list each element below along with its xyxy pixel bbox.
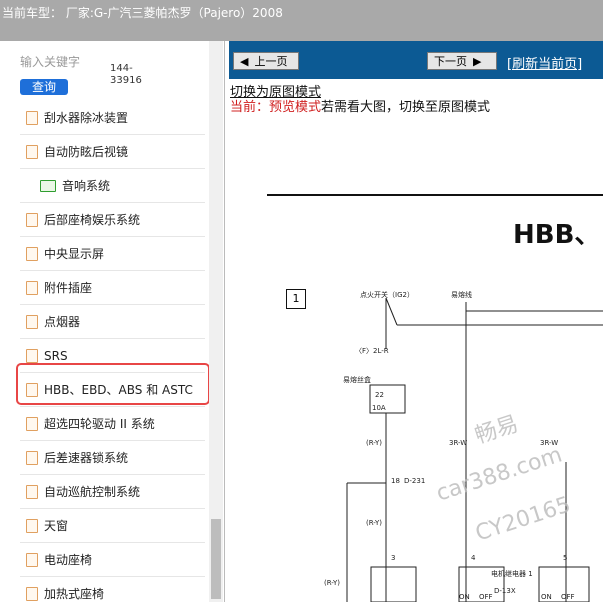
next-label: 下一页 (434, 55, 467, 68)
sidebar-item[interactable]: 超选四轮驱动 II 系统 (20, 407, 205, 441)
diagram-label: 点火开关（IG2） (360, 291, 414, 299)
diagram-label: D-13X (494, 587, 516, 595)
sidebar-item-label: SRS (44, 348, 68, 363)
document-icon (26, 212, 38, 227)
current-mode-value: 预览模式 (269, 100, 322, 115)
diagram-label: OFF (561, 593, 575, 601)
document-icon (26, 348, 38, 363)
sidebar-item-label: 自动巡航控制系统 (44, 485, 141, 499)
current-hint: 若需看大图，切换至原图模式 (321, 100, 491, 115)
diagram-label: ON (541, 593, 552, 601)
sidebar-item-label: 自动防眩后视镜 (44, 145, 129, 159)
diagram-label: 22 (375, 391, 384, 399)
sidebar-item[interactable]: 加热式座椅 (20, 577, 205, 602)
diagram-label: (R-Y) (324, 579, 341, 587)
sidebar-item-label: 后部座椅娱乐系统 (44, 213, 141, 227)
current-prefix: 当前： (230, 100, 270, 115)
diagram-label: D-231 (404, 477, 426, 485)
diagram-label: 4 (471, 554, 476, 562)
document-icon (26, 314, 38, 329)
search-area: 输入关键字 查询 144-33916 (20, 53, 220, 95)
diagram-label: (R-Y) (366, 519, 383, 527)
sidebar-item[interactable]: 刮水器除冰装置 (20, 101, 205, 135)
document-icon (26, 450, 38, 465)
sidebar-item[interactable]: 后差速器锁系统 (20, 441, 205, 475)
current-mode: 当前：预览模式若需看大图，切换至原图模式 (230, 96, 490, 115)
sidebar-item[interactable]: 自动防眩后视镜 (20, 135, 205, 169)
document-icon (26, 586, 38, 601)
folder-icon (40, 179, 56, 192)
sidebar-item[interactable]: 天窗 (20, 509, 205, 543)
search-button[interactable]: 查询 (20, 79, 68, 95)
top-label: 当前车型： (2, 6, 63, 20)
diagram-label: 18 (391, 477, 400, 485)
sidebar-item-label: 刮水器除冰装置 (44, 111, 129, 125)
search-code: 144-33916 (110, 63, 142, 86)
diagram-label: ON (459, 593, 470, 601)
vehicle-name: 厂家:G-广汽三菱帕杰罗（Pajero）2008 (65, 6, 283, 20)
viewer-nav: ◀ 上一页 下一页 ▶ [刷新当前页] (229, 41, 603, 79)
sidebar-item-label: 点烟器 (44, 315, 81, 329)
prev-label: 上一页 (254, 55, 288, 68)
diagram-label: 电机继电器 1 (491, 570, 533, 578)
arrow-left-icon: ◀ (240, 54, 249, 68)
sidebar-scrollbar[interactable] (209, 41, 223, 602)
diagram-label: (R-Y) (366, 439, 383, 447)
sidebar-item[interactable]: 自动巡航控制系统 (20, 475, 205, 509)
next-page-button[interactable]: 下一页 ▶ (427, 52, 497, 70)
document-icon (26, 518, 38, 533)
sidebar-item-label: 天窗 (44, 519, 69, 533)
arrow-right-icon: ▶ (473, 54, 482, 68)
sidebar-item[interactable]: 中央显示屏 (20, 237, 205, 271)
diagram-label: 3 (391, 554, 396, 562)
prev-page-button[interactable]: ◀ 上一页 (233, 52, 299, 70)
sidebar-item-label: 后差速器锁系统 (44, 451, 129, 465)
sidebar-item[interactable]: 点烟器 (20, 305, 205, 339)
sidebar-item-label: 音响系统 (62, 179, 111, 193)
diagram-label: 10A (372, 404, 386, 412)
document-icon (26, 144, 38, 159)
document-icon (26, 110, 38, 125)
sidebar-item[interactable]: 后部座椅娱乐系统 (20, 203, 205, 237)
selected-highlight (16, 363, 210, 405)
diagram-label: 〈F〉2L-R (355, 347, 389, 355)
search-input[interactable]: 输入关键字 (20, 53, 80, 70)
document-icon (26, 552, 38, 567)
document-icon (26, 280, 38, 295)
diagram-label: 3R-W (449, 439, 468, 447)
sidebar-item-label: 加热式座椅 (44, 587, 105, 601)
sidebar-item-label: 电动座椅 (44, 553, 93, 567)
refresh-link[interactable]: [刷新当前页] (507, 53, 582, 72)
document-icon (26, 416, 38, 431)
sidebar-item-label: 附件插座 (44, 281, 93, 295)
sidebar-item-label: 超选四轮驱动 II 系统 (44, 417, 155, 431)
sidebar-item-folder[interactable]: 音响系统 (20, 169, 205, 203)
diagram-label: 易熔丝盒 (343, 376, 371, 384)
diagram-label: OFF (479, 593, 493, 601)
document-icon (26, 246, 38, 261)
document-icon (26, 484, 38, 499)
wiring-diagram (346, 297, 603, 602)
sidebar-item-label: 中央显示屏 (44, 247, 105, 261)
sidebar-item[interactable]: 附件插座 (20, 271, 205, 305)
diagram-label: 5 (563, 554, 568, 562)
top-bar: 当前车型： 厂家:G-广汽三菱帕杰罗（Pajero）2008 (0, 0, 603, 41)
scrollbar-thumb[interactable] (211, 519, 221, 599)
sidebar-item[interactable]: 电动座椅 (20, 543, 205, 577)
sidebar-list: 刮水器除冰装置 自动防眩后视镜 音响系统 后部座椅娱乐系统 中央显示屏 附件插座… (20, 101, 205, 602)
diagram-page: HBB、 1 点火开关（IG2） 易熔线 〈F〉2L-R 易熔丝盒 22 10A… (229, 117, 603, 602)
diagram-label: 易熔线 (451, 291, 472, 299)
sidebar: 输入关键字 查询 144-33916 刮水器除冰装置 自动防眩后视镜 音响系统 … (0, 41, 225, 602)
viewer: ◀ 上一页 下一页 ▶ [刷新当前页] 切换为原图模式 当前：预览模式若需看大图… (229, 41, 603, 602)
